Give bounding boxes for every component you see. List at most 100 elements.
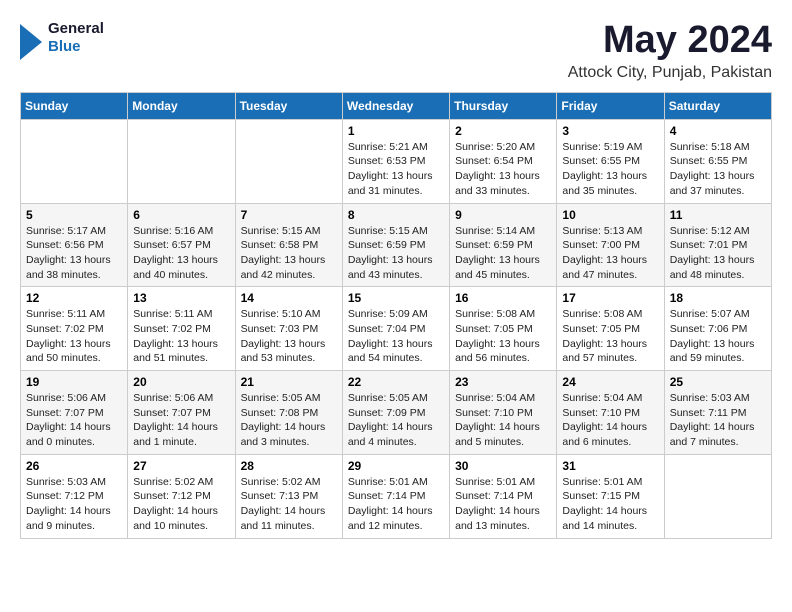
day-info: Sunrise: 5:03 AMSunset: 7:11 PMDaylight:… — [670, 391, 766, 450]
calendar-cell: 6 Sunrise: 5:16 AMSunset: 6:57 PMDaylight… — [128, 203, 235, 287]
day-info: Sunrise: 5:20 AMSunset: 6:54 PMDaylight:… — [455, 140, 551, 199]
day-info: Sunrise: 5:08 AMSunset: 7:05 PMDaylight:… — [562, 307, 658, 366]
logo-blue-text: Blue — [48, 38, 81, 55]
calendar-cell: 15 Sunrise: 5:09 AMSunset: 7:04 PMDayligh… — [342, 287, 449, 371]
day-number: 5 — [26, 208, 122, 222]
calendar-cell: 13 Sunrise: 5:11 AMSunset: 7:02 PMDayligh… — [128, 287, 235, 371]
day-number: 17 — [562, 291, 658, 305]
day-number: 19 — [26, 375, 122, 389]
day-info: Sunrise: 5:17 AMSunset: 6:56 PMDaylight:… — [26, 224, 122, 283]
calendar-header-row: SundayMondayTuesdayWednesdayThursdayFrid… — [21, 92, 772, 119]
day-info: Sunrise: 5:18 AMSunset: 6:55 PMDaylight:… — [670, 140, 766, 199]
day-number: 10 — [562, 208, 658, 222]
calendar-cell: 19 Sunrise: 5:06 AMSunset: 7:07 PMDayligh… — [21, 371, 128, 455]
calendar-cell: 22Sunrise: 5:05 AMSunset: 7:09 PMDayligh… — [342, 371, 449, 455]
day-info: Sunrise: 5:04 AMSunset: 7:10 PMDaylight:… — [455, 391, 551, 450]
calendar-header-thursday: Thursday — [450, 92, 557, 119]
calendar-cell: 2 Sunrise: 5:20 AMSunset: 6:54 PMDaylight… — [450, 119, 557, 203]
day-number: 3 — [562, 124, 658, 138]
day-info: Sunrise: 5:16 AMSunset: 6:57 PMDaylight:… — [133, 224, 229, 283]
day-info: Sunrise: 5:09 AMSunset: 7:04 PMDaylight:… — [348, 307, 444, 366]
day-number: 6 — [133, 208, 229, 222]
calendar-cell — [128, 119, 235, 203]
day-number: 30 — [455, 459, 551, 473]
calendar-cell: 16Sunrise: 5:08 AMSunset: 7:05 PMDayligh… — [450, 287, 557, 371]
day-info: Sunrise: 5:13 AMSunset: 7:00 PMDaylight:… — [562, 224, 658, 283]
day-number: 2 — [455, 124, 551, 138]
calendar-cell: 7 Sunrise: 5:15 AMSunset: 6:58 PMDaylight… — [235, 203, 342, 287]
calendar-week-row: 5 Sunrise: 5:17 AMSunset: 6:56 PMDaylight… — [21, 203, 772, 287]
day-info: Sunrise: 5:05 AMSunset: 7:08 PMDaylight:… — [241, 391, 337, 450]
calendar-cell: 5 Sunrise: 5:17 AMSunset: 6:56 PMDaylight… — [21, 203, 128, 287]
calendar-cell: 26 Sunrise: 5:03 AMSunset: 7:12 PMDayligh… — [21, 454, 128, 538]
calendar-cell: 30 Sunrise: 5:01 AMSunset: 7:14 PMDayligh… — [450, 454, 557, 538]
calendar-cell: 23 Sunrise: 5:04 AMSunset: 7:10 PMDayligh… — [450, 371, 557, 455]
day-info: Sunrise: 5:11 AMSunset: 7:02 PMDaylight:… — [26, 307, 122, 366]
calendar-header-wednesday: Wednesday — [342, 92, 449, 119]
calendar-cell: 4 Sunrise: 5:18 AMSunset: 6:55 PMDaylight… — [664, 119, 771, 203]
month-title: May 2024 — [568, 20, 772, 62]
logo: General Blue General Blue — [20, 20, 104, 60]
day-info: Sunrise: 5:01 AMSunset: 7:14 PMDaylight:… — [455, 475, 551, 534]
day-number: 28 — [241, 459, 337, 473]
logo-general-text: General — [48, 20, 104, 37]
day-number: 24 — [562, 375, 658, 389]
calendar-cell: 11Sunrise: 5:12 AMSunset: 7:01 PMDayligh… — [664, 203, 771, 287]
day-number: 26 — [26, 459, 122, 473]
day-info: Sunrise: 5:21 AMSunset: 6:53 PMDaylight:… — [348, 140, 444, 199]
day-info: Sunrise: 5:15 AMSunset: 6:59 PMDaylight:… — [348, 224, 444, 283]
day-number: 18 — [670, 291, 766, 305]
day-number: 23 — [455, 375, 551, 389]
day-number: 9 — [455, 208, 551, 222]
day-info: Sunrise: 5:14 AMSunset: 6:59 PMDaylight:… — [455, 224, 551, 283]
calendar-cell: 10 Sunrise: 5:13 AMSunset: 7:00 PMDayligh… — [557, 203, 664, 287]
day-number: 7 — [241, 208, 337, 222]
day-info: Sunrise: 5:03 AMSunset: 7:12 PMDaylight:… — [26, 475, 122, 534]
calendar-header-monday: Monday — [128, 92, 235, 119]
day-number: 8 — [348, 208, 444, 222]
day-info: Sunrise: 5:06 AMSunset: 7:07 PMDaylight:… — [26, 391, 122, 450]
day-number: 21 — [241, 375, 337, 389]
day-info: Sunrise: 5:11 AMSunset: 7:02 PMDaylight:… — [133, 307, 229, 366]
day-info: Sunrise: 5:19 AMSunset: 6:55 PMDaylight:… — [562, 140, 658, 199]
day-number: 31 — [562, 459, 658, 473]
calendar-week-row: 19 Sunrise: 5:06 AMSunset: 7:07 PMDayligh… — [21, 371, 772, 455]
calendar-week-row: 26 Sunrise: 5:03 AMSunset: 7:12 PMDayligh… — [21, 454, 772, 538]
calendar-header-friday: Friday — [557, 92, 664, 119]
calendar-cell: 27 Sunrise: 5:02 AMSunset: 7:12 PMDayligh… — [128, 454, 235, 538]
calendar-header-sunday: Sunday — [21, 92, 128, 119]
calendar-week-row: 1 Sunrise: 5:21 AMSunset: 6:53 PMDaylight… — [21, 119, 772, 203]
day-number: 13 — [133, 291, 229, 305]
day-number: 4 — [670, 124, 766, 138]
calendar-cell — [21, 119, 128, 203]
day-info: Sunrise: 5:07 AMSunset: 7:06 PMDaylight:… — [670, 307, 766, 366]
calendar-cell — [235, 119, 342, 203]
calendar-cell: 17 Sunrise: 5:08 AMSunset: 7:05 PMDayligh… — [557, 287, 664, 371]
calendar-cell: 20Sunrise: 5:06 AMSunset: 7:07 PMDayligh… — [128, 371, 235, 455]
calendar-cell: 3 Sunrise: 5:19 AMSunset: 6:55 PMDaylight… — [557, 119, 664, 203]
calendar-cell: 1 Sunrise: 5:21 AMSunset: 6:53 PMDaylight… — [342, 119, 449, 203]
day-info: Sunrise: 5:12 AMSunset: 7:01 PMDaylight:… — [670, 224, 766, 283]
day-number: 14 — [241, 291, 337, 305]
calendar-cell: 8 Sunrise: 5:15 AMSunset: 6:59 PMDaylight… — [342, 203, 449, 287]
calendar-cell: 24Sunrise: 5:04 AMSunset: 7:10 PMDayligh… — [557, 371, 664, 455]
day-number: 1 — [348, 124, 444, 138]
day-number: 15 — [348, 291, 444, 305]
day-info: Sunrise: 5:02 AMSunset: 7:12 PMDaylight:… — [133, 475, 229, 534]
day-info: Sunrise: 5:15 AMSunset: 6:58 PMDaylight:… — [241, 224, 337, 283]
calendar-cell: 18 Sunrise: 5:07 AMSunset: 7:06 PMDayligh… — [664, 287, 771, 371]
location-subtitle: Attock City, Punjab, Pakistan — [568, 64, 772, 82]
calendar-header-saturday: Saturday — [664, 92, 771, 119]
calendar-cell: 14 Sunrise: 5:10 AMSunset: 7:03 PMDayligh… — [235, 287, 342, 371]
day-info: Sunrise: 5:05 AMSunset: 7:09 PMDaylight:… — [348, 391, 444, 450]
page-header: General Blue General Blue May 2024 Attoc… — [20, 20, 772, 82]
calendar-header-tuesday: Tuesday — [235, 92, 342, 119]
day-info: Sunrise: 5:10 AMSunset: 7:03 PMDaylight:… — [241, 307, 337, 366]
calendar-cell: 31Sunrise: 5:01 AMSunset: 7:15 PMDayligh… — [557, 454, 664, 538]
day-number: 29 — [348, 459, 444, 473]
day-number: 16 — [455, 291, 551, 305]
day-number: 27 — [133, 459, 229, 473]
calendar-cell: 21 Sunrise: 5:05 AMSunset: 7:08 PMDayligh… — [235, 371, 342, 455]
calendar-table: SundayMondayTuesdayWednesdayThursdayFrid… — [20, 92, 772, 539]
title-block: May 2024 Attock City, Punjab, Pakistan — [568, 20, 772, 82]
